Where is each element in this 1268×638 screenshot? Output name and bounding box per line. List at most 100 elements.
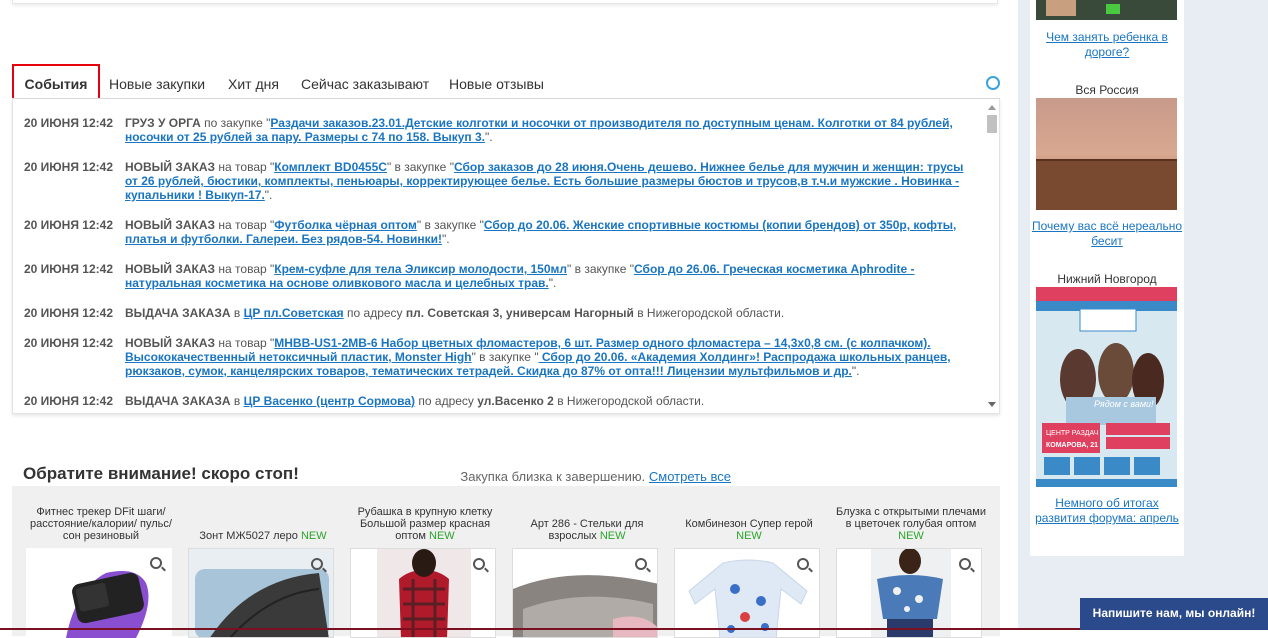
article-link[interactable]: Немного об итогах развития форума: апрел… (1030, 496, 1184, 526)
product-image[interactable] (512, 548, 658, 638)
product-image[interactable] (350, 548, 496, 638)
event-body: НОВЫЙ ЗАКАЗ на товар "МНВВ-US1-2MB-6 Наб… (125, 336, 965, 378)
event-text: в (230, 394, 244, 408)
product-link[interactable]: Комплект BD0455С (274, 160, 387, 174)
see-all-link[interactable]: Смотреть все (649, 469, 731, 484)
event-type: НОВЫЙ ЗАКАЗ (125, 262, 216, 276)
product-card[interactable]: Рубашка в крупную клетку Большой размер … (350, 486, 500, 638)
pickup-point-link[interactable]: ЦР пл.Советская (244, 306, 344, 320)
event-type: НОВЫЙ ЗАКАЗ (125, 160, 216, 174)
sidebar-article: Вся Россия Почему вас всё нереально беси… (1030, 83, 1184, 248)
event-text: ". (264, 188, 273, 202)
event-time: 20 ИЮНЯ 12:42 (24, 262, 113, 276)
product-image[interactable] (188, 548, 334, 638)
event-text: ". (851, 364, 860, 378)
scroll-down-arrow-icon[interactable] (988, 402, 996, 407)
pickup-address: ул.Васенко 2 (477, 394, 554, 408)
refresh-icon[interactable] (986, 76, 1000, 90)
product-card[interactable]: Зонт МЖ5027 леро NEW (188, 486, 338, 638)
events-scrollbar[interactable] (985, 99, 999, 413)
event-body: НОВЫЙ ЗАКАЗ на товар "Футболка чёрная оп… (125, 218, 965, 246)
product-title: Блузка с открытыми плечами в цветочек го… (836, 506, 986, 530)
event-type: НОВЫЙ ЗАКАЗ (125, 218, 216, 232)
event-type: ГРУЗ У ОРГА (125, 116, 201, 130)
event-text: по закупке " (200, 116, 271, 130)
article-region: Вся Россия (1075, 83, 1139, 97)
events-tabs: События Новые закупки Хит дня Сейчас зак… (12, 64, 1000, 104)
pickup-point-link[interactable]: ЦР Васенко (центр Сормова) (244, 394, 416, 408)
event-text: ". (485, 130, 493, 144)
new-badge: NEW (429, 530, 455, 542)
product-link[interactable]: Крем-суфле для тела Эликсир молодости, 1… (274, 262, 567, 276)
event-type: НОВЫЙ ЗАКАЗ (125, 336, 216, 350)
event-text: " в закупке " (416, 218, 484, 232)
online-chat-button[interactable]: Напишите нам, мы онлайн! (1080, 598, 1268, 630)
new-badge: NEW (300, 530, 327, 542)
event-body: ВЫДАЧА ЗАКАЗА в ЦР пл.Советская по адрес… (125, 306, 965, 320)
event-time: 20 ИЮНЯ 12:42 (24, 218, 113, 232)
product-card[interactable]: Комбинезон Супер герой NEW (674, 486, 824, 638)
event-body: ВЫДАЧА ЗАКАЗА в ЦР Васенко (центр Сормов… (125, 394, 965, 408)
scroll-thumb[interactable] (987, 115, 997, 133)
article-link[interactable]: Почему вас всё нереально бесит (1030, 219, 1184, 249)
event-text: по адресу (343, 306, 406, 320)
product-link[interactable]: Футболка чёрная оптом (274, 218, 417, 232)
event-time: 20 ИЮНЯ 12:42 (24, 116, 113, 130)
previous-card (12, 0, 998, 4)
product-card[interactable]: Блузка с открытыми плечами в цветочек го… (836, 486, 986, 638)
event-text: на товар " (215, 160, 275, 174)
stop-section-note: Закупка близка к завершению. Смотреть вс… (460, 469, 731, 484)
product-card[interactable]: Фитнес трекер DFit шаги/ расстояние/кало… (26, 486, 176, 638)
event-text: в Нижегородской области. (553, 394, 705, 408)
event-text: " в закупке " (471, 350, 539, 364)
zoom-icon[interactable] (473, 558, 485, 570)
stop-note-text: Закупка близка к завершению. (460, 469, 649, 484)
product-name: Зонт МЖ5027 леро NEW (188, 530, 338, 542)
scroll-up-arrow-icon[interactable] (988, 105, 996, 110)
event-text: " в закупке " (567, 262, 635, 276)
event-time: 20 ИЮНЯ 12:42 (24, 394, 113, 408)
zoom-icon[interactable] (311, 558, 323, 570)
zoom-icon[interactable] (959, 558, 971, 570)
event-time: 20 ИЮНЯ 12:42 (24, 306, 113, 320)
banner-center-label: ЦЕНТР РАЗДАЧ (1046, 430, 1099, 437)
new-badge: NEW (599, 530, 626, 542)
article-image[interactable] (1036, 0, 1177, 20)
product-name: Комбинезон Супер герой NEW (674, 518, 824, 542)
product-image[interactable] (26, 548, 172, 638)
event-body: ГРУЗ У ОРГА по закупке "Раздачи заказов.… (125, 116, 965, 144)
event-text: в Нижегородской области. (633, 306, 785, 320)
event-text: по адресу (415, 394, 478, 408)
main-content: События Новые закупки Хит дня Сейчас зак… (0, 0, 1010, 638)
new-badge: NEW (898, 530, 924, 542)
zoom-icon[interactable] (635, 558, 647, 570)
product-title: Арт 286 - Стельки для взрослых (530, 518, 644, 542)
product-name: Рубашка в крупную клетку Большой размер … (350, 506, 500, 542)
event-text: ". (548, 276, 557, 290)
product-image[interactable] (674, 548, 820, 638)
event-text: на товар " (215, 336, 275, 350)
product-image[interactable] (836, 548, 982, 638)
zoom-icon[interactable] (150, 557, 162, 569)
event-text: " в закупке " (386, 160, 454, 174)
article-banner-image[interactable]: Рядом с вами! ЦЕНТР РАЗДАЧ КОМАРОВА, 21 (1036, 287, 1177, 487)
product-title: Зонт МЖ5027 леро (199, 530, 301, 542)
article-image[interactable] (1036, 98, 1177, 210)
product-name: Фитнес трекер DFit шаги/ расстояние/кало… (26, 506, 176, 542)
product-name: Блузка с открытыми плечами в цветочек го… (836, 506, 986, 542)
banner-address: КОМАРОВА, 21 (1046, 442, 1098, 449)
zoom-icon[interactable] (797, 558, 809, 570)
event-body: НОВЫЙ ЗАКАЗ на товар "Крем-суфле для тел… (125, 262, 965, 290)
event-body: НОВЫЙ ЗАКАЗ на товар "Комплект BD0455С" … (125, 160, 965, 202)
event-text: на товар " (215, 262, 275, 276)
product-title: Рубашка в крупную клетку Большой размер … (357, 506, 493, 542)
event-text: ". (442, 232, 450, 246)
sidebar-article: Нижний Новгород Рядом с вами! ЦЕНТР РАЗД… (1030, 272, 1184, 525)
event-type: ВЫДАЧА ЗАКАЗА (125, 306, 231, 320)
product-name: Арт 286 - Стельки для взрослых NEW (512, 518, 662, 542)
pickup-address: пл. Советская 3, универсам Нагорный (405, 306, 634, 320)
products-carousel: Фитнес трекер DFit шаги/ расстояние/кало… (12, 486, 1000, 638)
product-card[interactable]: Арт 286 - Стельки для взрослых NEW (512, 486, 662, 638)
article-link[interactable]: Чем занять ребенка в дороге? (1030, 30, 1184, 60)
stop-section-title: Обратите внимание! скоро стоп! (23, 464, 299, 483)
